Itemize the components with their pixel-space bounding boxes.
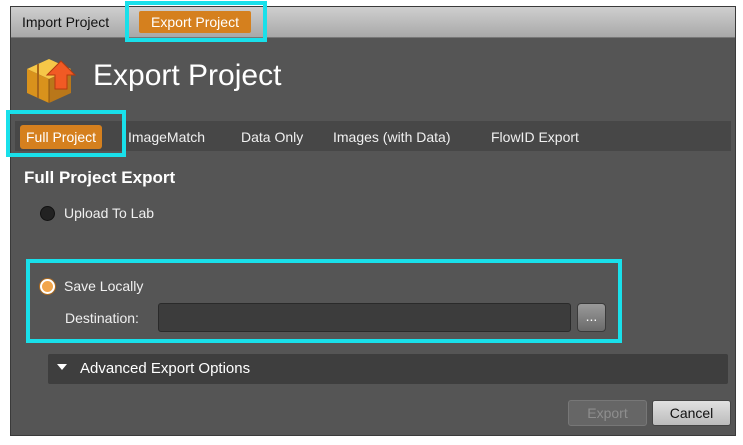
upload-to-lab-label[interactable]: Upload To Lab <box>64 205 154 221</box>
section-title: Full Project Export <box>24 168 176 187</box>
destination-label: Destination: <box>65 310 139 326</box>
save-locally-label[interactable]: Save Locally <box>64 278 143 294</box>
advanced-export-options-toggle[interactable]: Advanced Export Options <box>48 354 728 384</box>
triangle-down-icon <box>57 364 67 370</box>
export-dialog: Import Project Export Project Export Pro… <box>10 6 736 436</box>
tab-imagematch[interactable]: ImageMatch <box>128 125 205 149</box>
upload-to-lab-radio[interactable] <box>40 206 55 221</box>
tab-flowid-export[interactable]: FlowID Export <box>491 125 579 149</box>
tab-export-project[interactable]: Export Project <box>139 11 251 33</box>
tab-full-project[interactable]: Full Project <box>20 125 103 149</box>
save-locally-radio[interactable] <box>40 279 55 294</box>
page-title: Export Project <box>93 59 282 92</box>
advanced-export-options-label: Advanced Export Options <box>80 360 251 377</box>
export-type-tab-bar: Full Project ImageMatch Data Only Images… <box>15 121 731 151</box>
cancel-button[interactable]: Cancel <box>652 400 731 426</box>
top-tab-bar: Import Project Export Project <box>11 7 735 38</box>
browse-button[interactable]: ... <box>577 303 606 332</box>
package-export-icon <box>27 59 77 103</box>
tab-data-only[interactable]: Data Only <box>241 125 303 149</box>
destination-field[interactable] <box>158 303 571 332</box>
tab-import-project[interactable]: Import Project <box>16 11 115 33</box>
export-button[interactable]: Export <box>568 400 647 426</box>
tab-images-with-data[interactable]: Images (with Data) <box>333 125 450 149</box>
